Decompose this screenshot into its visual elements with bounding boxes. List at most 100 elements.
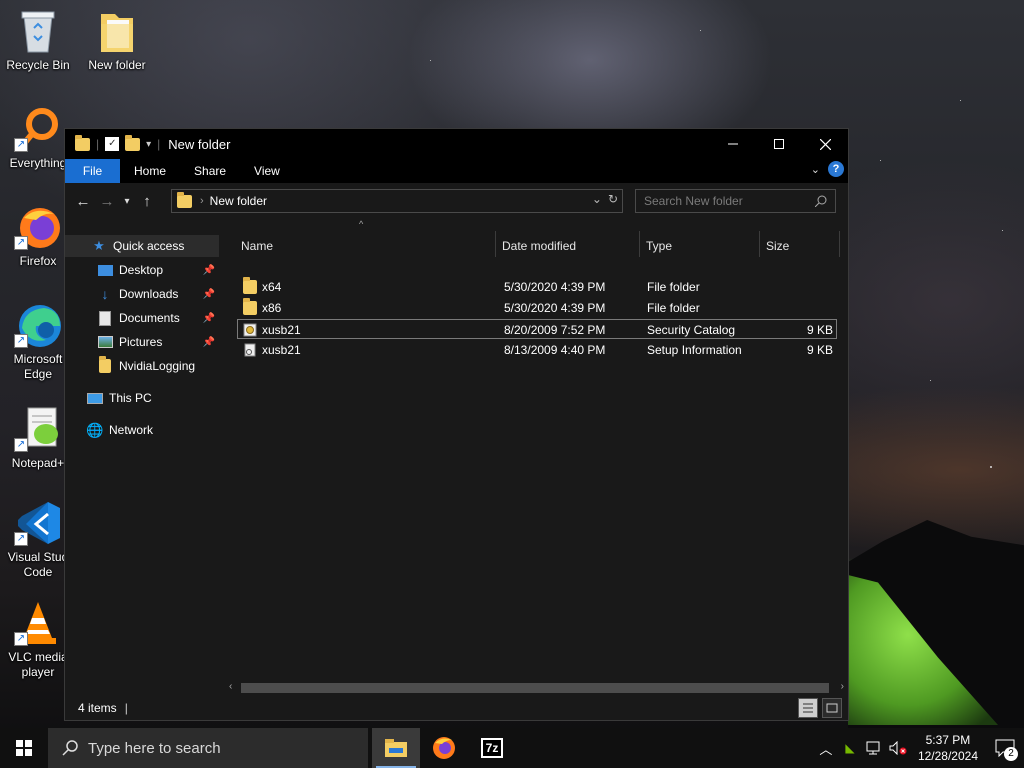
volume-muted-icon	[889, 741, 907, 755]
scrollbar-thumb[interactable]	[241, 683, 829, 693]
forward-button[interactable]: →	[95, 190, 119, 214]
search-box[interactable]: Search New folder	[635, 189, 836, 213]
minimize-icon	[728, 143, 738, 145]
file-row[interactable]: xusb21 8/13/2009 4:40 PM Setup Informati…	[237, 340, 837, 360]
title-bar[interactable]: | ✓ ▾ | New folder	[65, 129, 848, 159]
refresh-icon[interactable]: ↻	[608, 192, 618, 206]
computer-icon	[87, 390, 103, 406]
clock[interactable]: 5:37 PM 12/28/2024	[910, 732, 986, 764]
up-arrow-icon: ↑	[143, 193, 151, 210]
taskbar-firefox[interactable]	[420, 728, 468, 768]
nav-item-downloads[interactable]: ↓ Downloads 📌	[65, 283, 219, 305]
taskbar-7zip[interactable]: 7z	[468, 728, 516, 768]
nvidia-tray-icon[interactable]: ◣	[838, 728, 862, 768]
taskbar-file-explorer[interactable]	[372, 728, 420, 768]
recent-locations-button[interactable]: ▾	[119, 190, 135, 214]
address-bar[interactable]: › New folder ⌄ ↻	[171, 189, 623, 213]
file-explorer-icon	[385, 739, 407, 757]
volume-tray-icon[interactable]	[886, 728, 910, 768]
tab-file[interactable]: File	[65, 159, 120, 183]
navigation-bar: ← → ▾ ↑ › New folder ⌄ ↻ Search New fold…	[65, 183, 848, 220]
nav-network[interactable]: 🌐 Network	[65, 419, 153, 441]
column-size[interactable]: Size	[760, 235, 840, 257]
tab-view[interactable]: View	[240, 159, 294, 183]
desktop-icon-recycle-bin[interactable]: Recycle Bin	[0, 8, 76, 73]
action-center-button[interactable]: 2	[986, 728, 1024, 768]
nav-label: Pictures	[119, 335, 163, 349]
maximize-button[interactable]	[756, 129, 802, 159]
taskbar: Type here to search 7z ︿ ◣ 5:37 PM 12/28…	[0, 728, 1024, 768]
file-type: Setup Information	[647, 343, 742, 357]
breadcrumb-chevron-icon: ›	[200, 195, 204, 207]
sort-ascending-icon: ^	[359, 219, 364, 229]
network-tray-icon[interactable]	[862, 728, 886, 768]
nav-label: Quick access	[113, 239, 185, 253]
file-row[interactable]: xusb21 8/20/2009 7:52 PM Security Catalo…	[237, 319, 837, 339]
column-date-modified[interactable]: Date modified	[496, 235, 640, 257]
nav-item-nvidialogging[interactable]: NvidiaLogging	[65, 355, 219, 377]
back-button[interactable]: ←	[71, 190, 95, 214]
notepad-plus-plus-icon: ↗	[14, 406, 62, 452]
everything-search-icon: ↗	[14, 106, 62, 152]
nav-quick-access[interactable]: ★ Quick access	[65, 235, 219, 257]
file-explorer-window[interactable]: | ✓ ▾ | New folder File Home Share View …	[64, 128, 849, 721]
help-icon[interactable]: ?	[828, 161, 844, 177]
column-headers: Name Date modified Type Size	[223, 231, 848, 257]
tab-home[interactable]: Home	[120, 159, 180, 183]
column-name[interactable]: Name	[235, 235, 489, 257]
star-icon: ★	[93, 238, 105, 253]
setup-information-icon	[243, 340, 257, 360]
scroll-left-icon[interactable]: ‹	[229, 681, 232, 692]
nav-item-desktop[interactable]: Desktop 📌	[65, 259, 219, 281]
network-status-icon	[866, 741, 880, 755]
desktop-icon-new-folder[interactable]: New folder	[79, 8, 155, 73]
nav-label: Network	[109, 423, 154, 437]
folder-icon	[93, 8, 141, 54]
minimize-button[interactable]	[710, 129, 756, 159]
taskbar-search-input[interactable]: Type here to search	[88, 740, 221, 757]
file-row[interactable]: x86 5/30/2020 4:39 PM File folder	[237, 298, 837, 318]
taskbar-search-box[interactable]: Type here to search	[48, 728, 368, 768]
large-icons-view-button[interactable]	[822, 698, 842, 718]
properties-icon[interactable]: ✓	[105, 137, 120, 151]
close-button[interactable]	[802, 129, 848, 159]
search-icon	[62, 740, 78, 756]
customize-toolbar-icon[interactable]: ▾	[146, 139, 151, 150]
tab-share[interactable]: Share	[180, 159, 240, 183]
up-button[interactable]: ↑	[135, 190, 159, 214]
vscode-icon: ↗	[14, 500, 62, 546]
clock-date: 12/28/2024	[917, 749, 978, 763]
nav-item-pictures[interactable]: Pictures 📌	[65, 331, 219, 353]
address-history-icon[interactable]: ⌄	[592, 192, 602, 206]
column-divider[interactable]	[839, 231, 840, 257]
column-type[interactable]: Type	[640, 235, 760, 257]
nav-this-pc[interactable]: This PC	[65, 387, 152, 409]
file-size: 9 KB	[806, 323, 833, 337]
breadcrumb-current[interactable]: New folder	[210, 194, 267, 208]
close-icon	[819, 138, 831, 150]
new-folder-icon[interactable]	[125, 134, 141, 151]
folder-icon	[243, 298, 257, 318]
firefox-icon: ↗	[14, 204, 62, 250]
file-name: x86	[262, 301, 282, 315]
horizontal-scrollbar[interactable]: ‹ ›	[223, 681, 848, 695]
scroll-right-icon[interactable]: ›	[841, 681, 844, 692]
edge-icon: ↗	[14, 302, 62, 348]
file-type: File folder	[647, 301, 700, 315]
chevron-up-icon: ︿	[819, 741, 833, 757]
expand-ribbon-icon[interactable]: ⌄	[811, 163, 820, 176]
details-view-button[interactable]	[798, 698, 818, 718]
file-name: x64	[262, 280, 282, 294]
large-icons-view-icon	[826, 703, 838, 713]
desktop-icon-label: Recycle Bin	[6, 58, 70, 72]
nav-item-documents[interactable]: Documents 📌	[65, 307, 219, 329]
vlc-icon: ↗	[14, 600, 62, 646]
file-size	[767, 298, 833, 318]
show-hidden-icons-button[interactable]: ︿	[814, 728, 838, 768]
search-input[interactable]: Search New folder	[644, 194, 815, 208]
start-button[interactable]	[0, 728, 48, 768]
firefox-icon	[433, 737, 455, 759]
file-row[interactable]: x64 5/30/2020 4:39 PM File folder	[237, 277, 837, 297]
item-count: 4 items	[78, 701, 117, 715]
windows-logo-icon	[16, 740, 32, 756]
